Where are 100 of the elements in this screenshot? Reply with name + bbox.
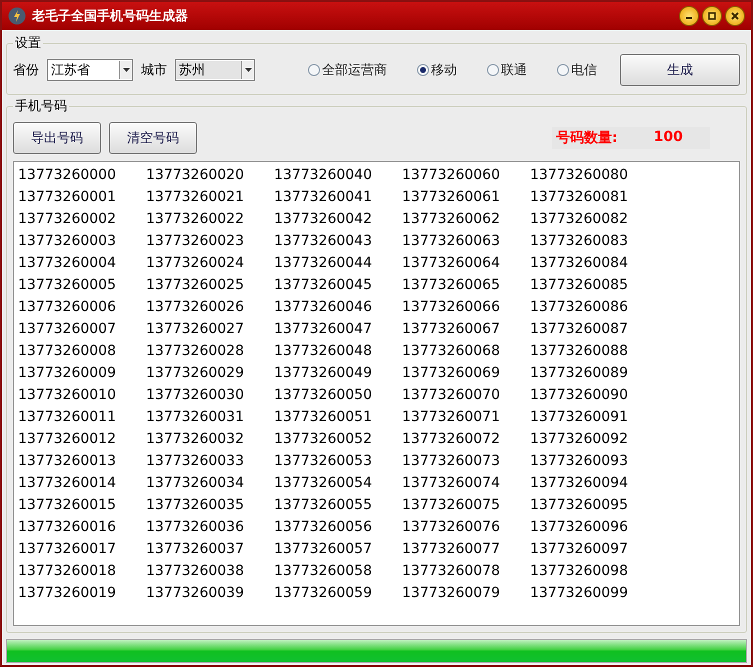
close-button[interactable] bbox=[725, 6, 745, 26]
phone-number: 13773260015 bbox=[18, 496, 117, 515]
phone-number: 13773260098 bbox=[530, 562, 629, 581]
phone-number: 13773260046 bbox=[274, 298, 373, 317]
phone-number: 13773260084 bbox=[530, 254, 629, 273]
phone-number: 13773260060 bbox=[402, 166, 501, 185]
phone-number: 13773260021 bbox=[146, 188, 245, 207]
phone-number: 13773260092 bbox=[530, 430, 629, 449]
phone-number: 13773260027 bbox=[146, 320, 245, 339]
phone-number: 13773260033 bbox=[146, 452, 245, 471]
phone-number: 13773260051 bbox=[274, 408, 373, 427]
count-value: 100 bbox=[654, 129, 683, 147]
phone-number: 13773260086 bbox=[530, 298, 629, 317]
phone-number: 13773260014 bbox=[18, 474, 117, 493]
phone-number: 13773260073 bbox=[402, 452, 501, 471]
phone-number: 13773260057 bbox=[274, 540, 373, 559]
phone-number: 13773260031 bbox=[146, 408, 245, 427]
phone-number: 13773260093 bbox=[530, 452, 629, 471]
phone-number: 13773260005 bbox=[18, 276, 117, 295]
action-button[interactable]: 清空号码 bbox=[109, 122, 197, 154]
close-icon bbox=[730, 11, 740, 21]
phone-number: 13773260026 bbox=[146, 298, 245, 317]
action-button[interactable]: 导出号码 bbox=[13, 122, 101, 154]
phone-number: 13773260058 bbox=[274, 562, 373, 581]
phone-number: 13773260001 bbox=[18, 188, 117, 207]
phone-number: 13773260065 bbox=[402, 276, 501, 295]
phone-number: 13773260063 bbox=[402, 232, 501, 251]
carrier-radio[interactable]: 移动 bbox=[417, 61, 457, 79]
phone-number: 13773260075 bbox=[402, 496, 501, 515]
phone-number: 13773260085 bbox=[530, 276, 629, 295]
phone-number: 13773260070 bbox=[402, 386, 501, 405]
phone-number: 13773260080 bbox=[530, 166, 629, 185]
phone-number: 13773260047 bbox=[274, 320, 373, 339]
phone-number: 13773260071 bbox=[402, 408, 501, 427]
phone-number: 13773260009 bbox=[18, 364, 117, 383]
city-dropdown[interactable]: 苏州 bbox=[175, 59, 255, 81]
phone-number: 13773260069 bbox=[402, 364, 501, 383]
phone-number: 13773260099 bbox=[530, 584, 629, 603]
group-title: 设置 bbox=[14, 35, 42, 52]
phone-number: 13773260030 bbox=[146, 386, 245, 405]
generate-button[interactable]: 生成 bbox=[620, 54, 740, 86]
phone-number: 13773260077 bbox=[402, 540, 501, 559]
phone-number: 13773260006 bbox=[18, 298, 117, 317]
phone-number: 13773260056 bbox=[274, 518, 373, 537]
phone-number: 13773260024 bbox=[146, 254, 245, 273]
phone-number: 13773260081 bbox=[530, 188, 629, 207]
phone-number: 13773260066 bbox=[402, 298, 501, 317]
maximize-button[interactable] bbox=[702, 6, 722, 26]
numbers-text-area[interactable] bbox=[13, 161, 740, 626]
phone-number: 13773260040 bbox=[274, 166, 373, 185]
phone-number: 13773260062 bbox=[402, 210, 501, 229]
phone-number: 13773260045 bbox=[274, 276, 373, 295]
phone-number: 13773260049 bbox=[274, 364, 373, 383]
carrier-radio[interactable]: 电信 bbox=[557, 61, 597, 79]
phone-number: 13773260082 bbox=[530, 210, 629, 229]
phone-number: 13773260074 bbox=[402, 474, 501, 493]
phone-number: 13773260068 bbox=[402, 342, 501, 361]
phone-number: 13773260007 bbox=[18, 320, 117, 339]
carrier-radio[interactable]: 联通 bbox=[487, 61, 527, 79]
phone-number: 13773260064 bbox=[402, 254, 501, 273]
phone-number: 13773260008 bbox=[18, 342, 117, 361]
phone-number: 13773260017 bbox=[18, 540, 117, 559]
phone-number: 13773260039 bbox=[146, 584, 245, 603]
phone-number: 13773260013 bbox=[18, 452, 117, 471]
province-dropdown[interactable]: 江苏省 bbox=[47, 59, 133, 81]
phone-number: 13773260091 bbox=[530, 408, 629, 427]
phone-number: 13773260041 bbox=[274, 188, 373, 207]
phone-number: 13773260000 bbox=[18, 166, 117, 185]
phone-number: 13773260089 bbox=[530, 364, 629, 383]
phone-number: 13773260023 bbox=[146, 232, 245, 251]
city-label: 城市 bbox=[141, 62, 167, 79]
phone-number: 13773260003 bbox=[18, 232, 117, 251]
phone-number: 13773260011 bbox=[18, 408, 117, 427]
phone-number: 13773260087 bbox=[530, 320, 629, 339]
phone-number: 13773260067 bbox=[402, 320, 501, 339]
phone-number: 13773260055 bbox=[274, 496, 373, 515]
phone-number: 13773260083 bbox=[530, 232, 629, 251]
phone-number: 13773260029 bbox=[146, 364, 245, 383]
lightning-icon bbox=[8, 7, 26, 25]
phone-number: 13773260078 bbox=[402, 562, 501, 581]
phone-number: 13773260010 bbox=[18, 386, 117, 405]
minimize-button[interactable] bbox=[679, 6, 699, 26]
phone-number: 13773260052 bbox=[274, 430, 373, 449]
phone-number: 13773260053 bbox=[274, 452, 373, 471]
phone-number: 13773260048 bbox=[274, 342, 373, 361]
phone-number: 13773260037 bbox=[146, 540, 245, 559]
phone-number: 13773260054 bbox=[274, 474, 373, 493]
phone-number: 13773260020 bbox=[146, 166, 245, 185]
phone-number: 13773260018 bbox=[18, 562, 117, 581]
phone-number: 13773260094 bbox=[530, 474, 629, 493]
phone-number: 13773260002 bbox=[18, 210, 117, 229]
phone-number: 13773260088 bbox=[530, 342, 629, 361]
phone-number: 13773260059 bbox=[274, 584, 373, 603]
carrier-radio[interactable]: 全部运营商 bbox=[308, 61, 387, 79]
phone-number: 13773260076 bbox=[402, 518, 501, 537]
phone-number: 13773260028 bbox=[146, 342, 245, 361]
phone-number: 13773260035 bbox=[146, 496, 245, 515]
phone-number: 13773260044 bbox=[274, 254, 373, 273]
province-label: 省份 bbox=[13, 62, 39, 79]
maximize-icon bbox=[707, 11, 717, 21]
